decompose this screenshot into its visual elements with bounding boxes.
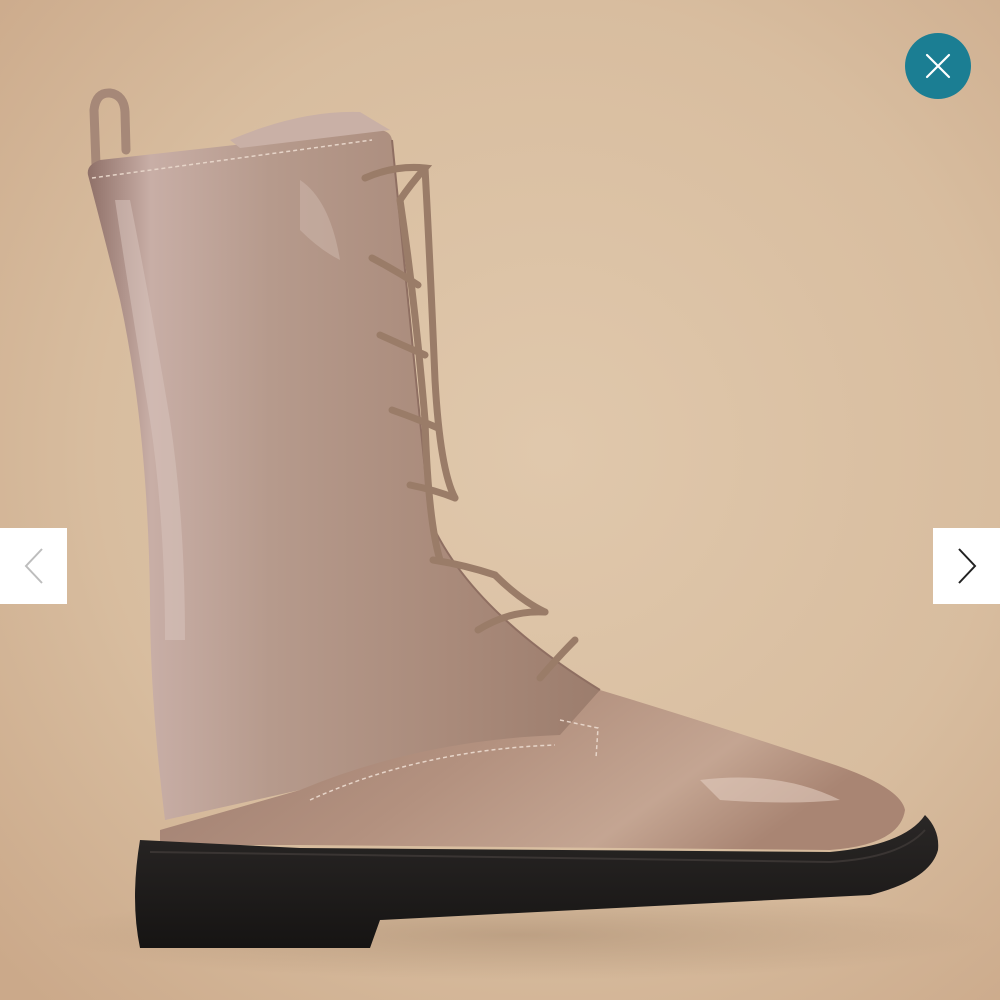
close-icon — [925, 53, 951, 79]
previous-image-button[interactable] — [0, 528, 67, 604]
image-viewer — [0, 0, 1000, 1000]
chevron-left-icon — [24, 548, 43, 584]
next-image-button[interactable] — [933, 528, 1000, 604]
product-image — [0, 0, 1000, 1000]
chevron-right-icon — [957, 548, 976, 584]
close-button[interactable] — [905, 33, 971, 99]
